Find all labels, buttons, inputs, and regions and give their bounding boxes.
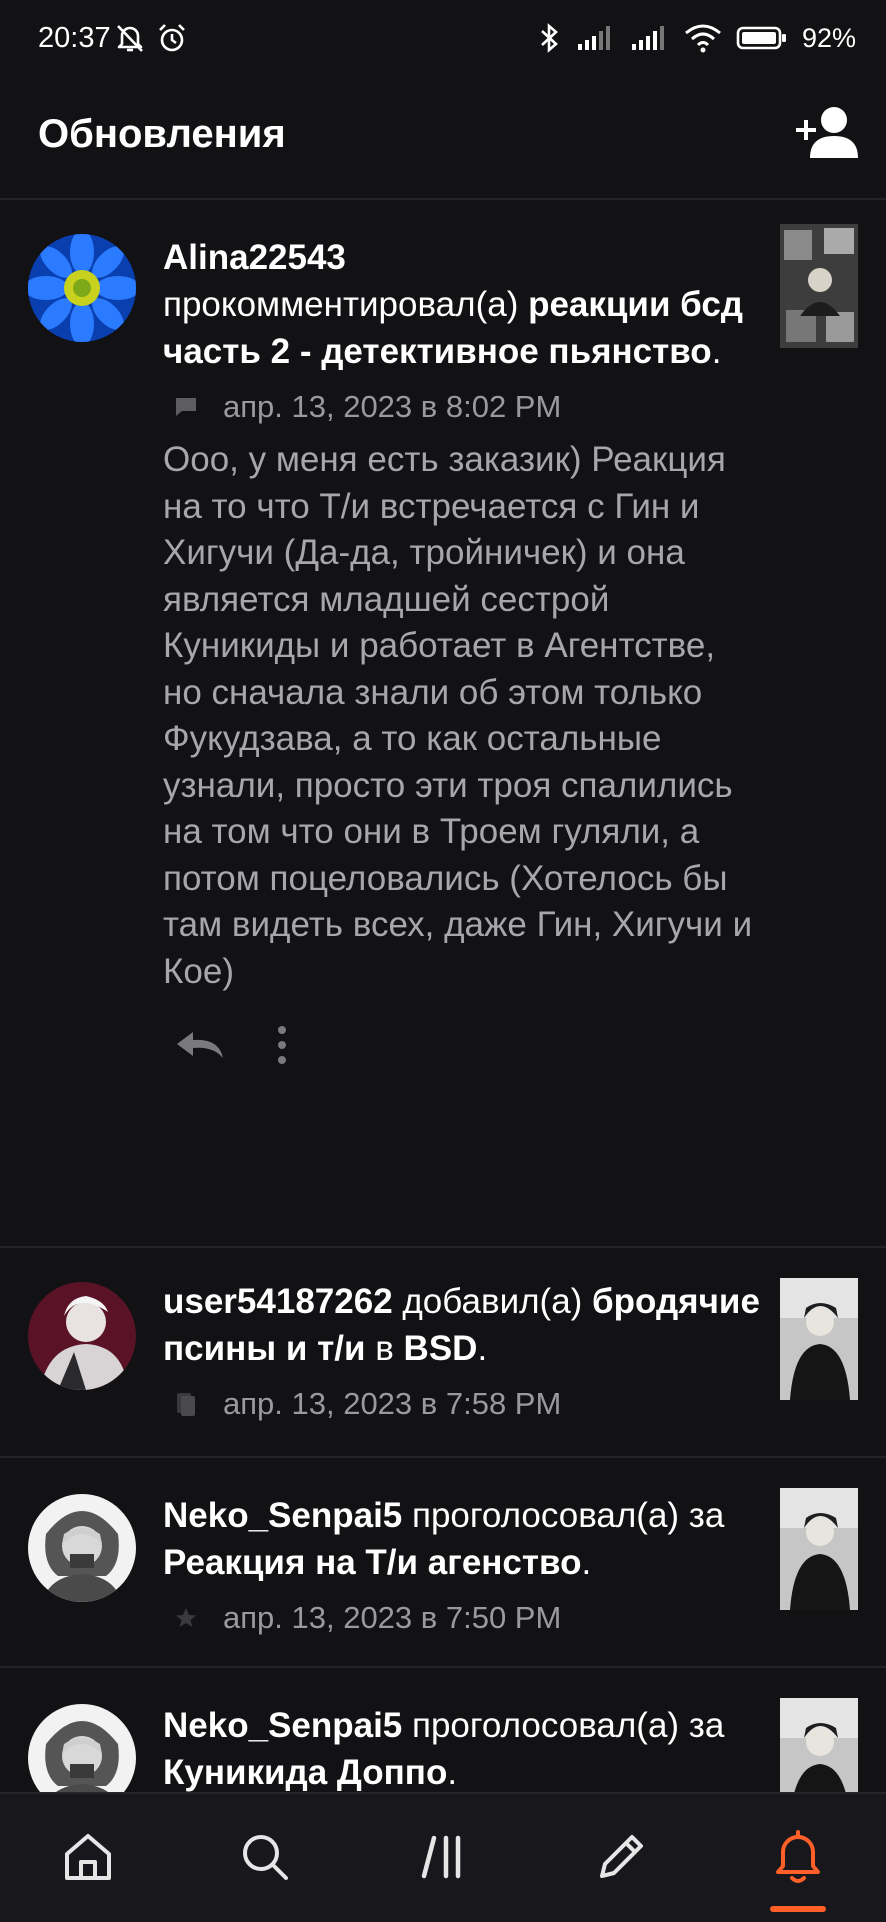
timestamp-row: апр. 13, 2023 в 8:02 PM: [163, 383, 761, 431]
username-link[interactable]: Neko_Senpai5: [163, 1706, 402, 1745]
comment-text: Ооо, у меня есть заказик) Реакция на то …: [163, 440, 753, 991]
feed-item[interactable]: user54187262 добавил(а) бродячие псины и…: [0, 1248, 886, 1458]
status-time: 20:37: [38, 22, 111, 54]
pencil-icon: [600, 1835, 643, 1878]
wifi-icon: [685, 24, 721, 53]
active-tab-indicator: [770, 1906, 826, 1912]
more-vertical-icon: [278, 1025, 286, 1064]
action-text: прокомментировал(а): [163, 285, 529, 324]
avatar[interactable]: [28, 234, 136, 342]
home-icon: [65, 1834, 111, 1880]
story-cover[interactable]: [780, 224, 858, 348]
reply-icon: [177, 1031, 223, 1058]
page-title: Обновления: [38, 112, 286, 156]
feed-item[interactable]: Neko_Senpai5 проголосовал(а) за Куникида…: [0, 1668, 886, 1792]
reading-list-link[interactable]: BSD: [404, 1329, 478, 1368]
feed-item[interactable]: Alina22543 прокомментировал(а) реакции б…: [0, 200, 886, 1248]
library-icon: [177, 1393, 195, 1416]
feed-item-headline: Neko_Senpai5 проголосовал(а) за Куникида…: [163, 1706, 725, 1792]
star-icon: [176, 1608, 196, 1627]
timestamp-row: апр. 13, 2023 в 7:58 PM: [163, 1380, 761, 1428]
username-link[interactable]: Alina22543: [163, 238, 346, 277]
more-options-button[interactable]: [275, 1025, 289, 1070]
muted-bell-icon: [117, 25, 143, 52]
feed-item-headline: Neko_Senpai5 проголосовал(а) за Реакция …: [163, 1496, 725, 1582]
add-user-icon: [796, 107, 858, 158]
signal-icon: [631, 26, 664, 50]
timestamp-row: апр. 13, 2023 в 7:50 PM: [163, 1594, 761, 1642]
story-cover[interactable]: [780, 1698, 858, 1792]
avatar[interactable]: [28, 1704, 136, 1792]
search-icon: [243, 1835, 288, 1880]
library-icon: [421, 1835, 461, 1879]
bell-icon: [776, 1830, 820, 1883]
nav-write[interactable]: [588, 1824, 654, 1890]
reply-button[interactable]: [173, 1028, 227, 1067]
timestamp: апр. 13, 2023 в 8:02 PM: [223, 389, 562, 424]
updates-feed[interactable]: Alina22543 прокомментировал(а) реакции б…: [0, 200, 886, 1792]
feed-item[interactable]: Neko_Senpai5 проголосовал(а) за Реакция …: [0, 1458, 886, 1668]
story-cover[interactable]: [780, 1278, 858, 1400]
timestamp: апр. 13, 2023 в 7:58 PM: [223, 1386, 562, 1421]
battery-percent: 92%: [801, 22, 856, 53]
username-link[interactable]: user54187262: [163, 1282, 393, 1321]
signal-icon: [577, 26, 610, 50]
bottom-navigation: [0, 1792, 886, 1922]
timestamp: апр. 13, 2023 в 7:50 PM: [223, 1600, 562, 1635]
feed-item-headline: Alina22543 прокомментировал(а) реакции б…: [163, 238, 744, 371]
status-bar: 20:37 92%: [0, 0, 886, 80]
nav-library[interactable]: [410, 1824, 476, 1890]
comment-actions: [163, 1007, 761, 1087]
avatar[interactable]: [28, 1282, 136, 1390]
comment-icon: [176, 398, 196, 416]
alarm-icon: [159, 24, 185, 52]
app-bar: Обновления: [0, 80, 886, 200]
nav-home[interactable]: [55, 1824, 121, 1890]
avatar[interactable]: [28, 1494, 136, 1602]
username-link[interactable]: Neko_Senpai5: [163, 1496, 402, 1535]
story-cover[interactable]: [780, 1488, 858, 1610]
add-friend-button[interactable]: [792, 102, 860, 162]
story-link[interactable]: Реакция на Т/и агенство: [163, 1543, 581, 1582]
nav-notifications[interactable]: [765, 1824, 831, 1890]
nav-search[interactable]: [232, 1824, 298, 1890]
bluetooth-icon: [541, 23, 558, 53]
story-link[interactable]: Куникида Доппо: [163, 1753, 447, 1792]
battery-icon: [736, 26, 786, 50]
feed-item-headline: user54187262 добавил(а) бродячие псины и…: [163, 1282, 760, 1368]
